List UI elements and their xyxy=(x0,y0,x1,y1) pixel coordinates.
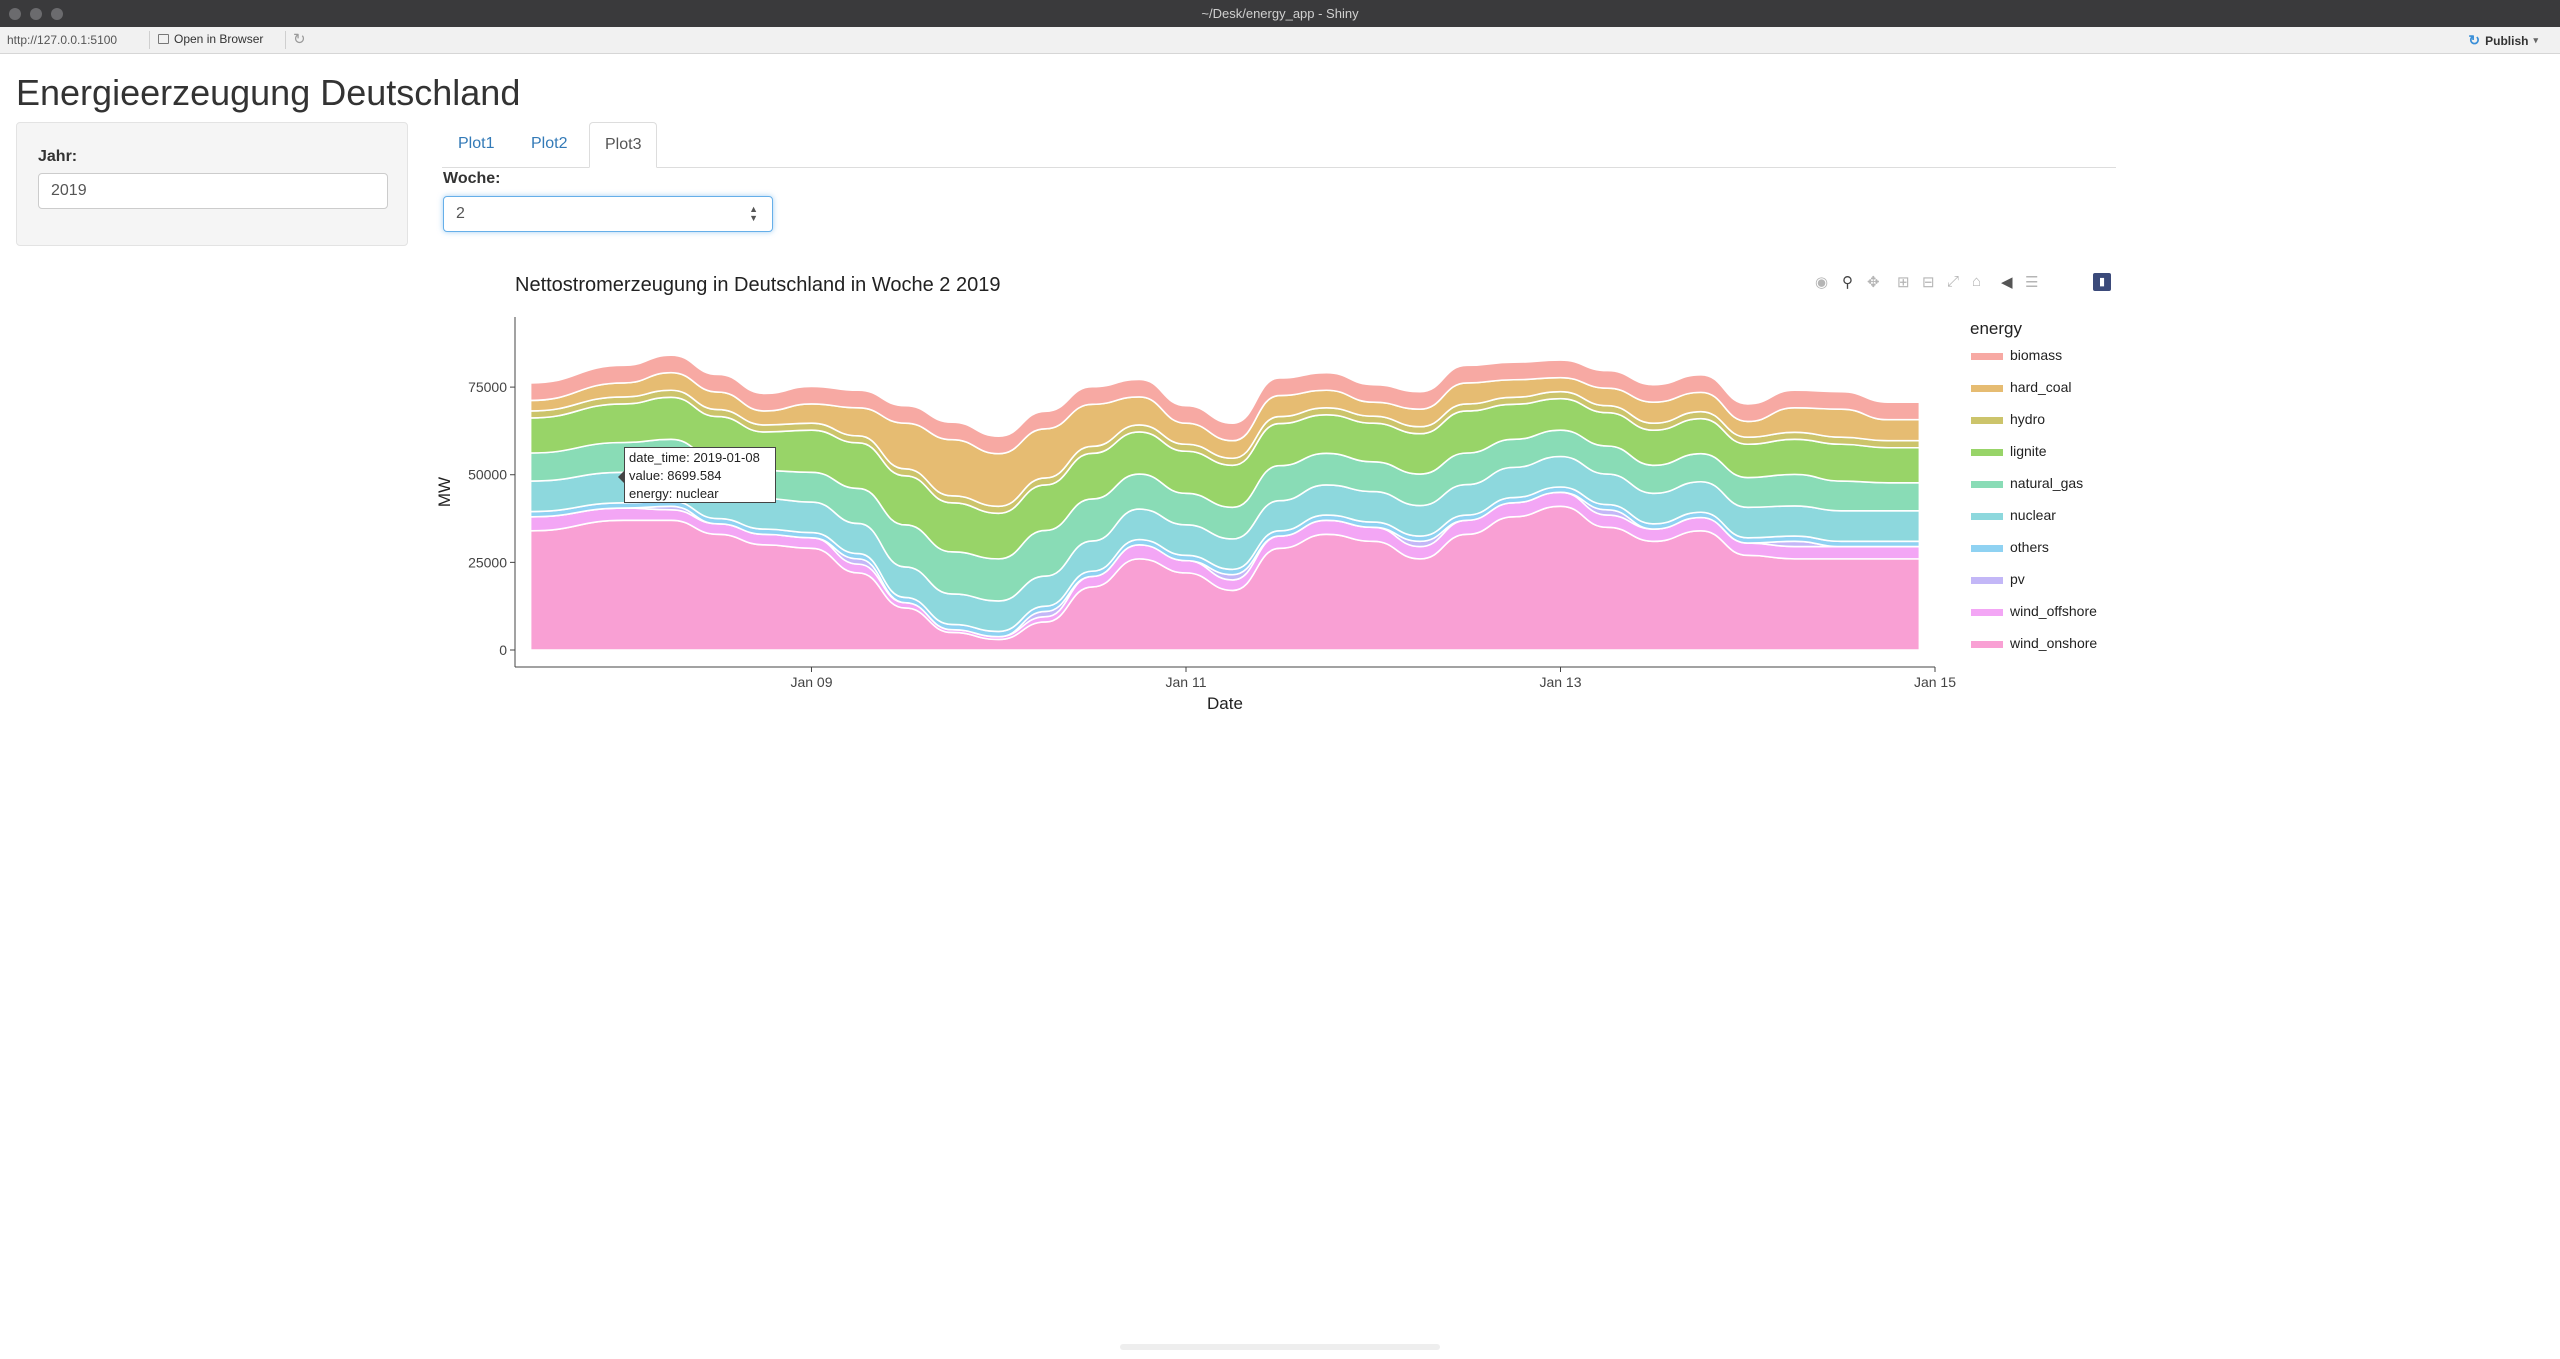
legend-label[interactable]: nuclear xyxy=(2010,507,2056,523)
sidebar-panel: Jahr: 2019 xyxy=(16,122,408,246)
chart-title: Nettostromerzeugung in Deutschland in Wo… xyxy=(515,274,1001,296)
legend-swatch[interactable] xyxy=(1971,385,2003,392)
x-tick-label: Jan 15 xyxy=(1914,674,1956,690)
zoom-out-icon[interactable]: ⊟ xyxy=(1922,273,1935,291)
week-label: Woche: xyxy=(443,170,501,187)
window-title: ~/Desk/energy_app - Shiny xyxy=(1201,6,1359,21)
chevron-down-icon: ▾ xyxy=(2533,35,2538,45)
tooltip-line: date_time: 2019-01-08 xyxy=(629,450,760,465)
legend-swatch[interactable] xyxy=(1971,513,2003,520)
y-tick-label: 0 xyxy=(499,642,507,658)
page-title: Energieerzeugung Deutschland xyxy=(16,72,521,113)
y-axis-title: MW xyxy=(435,477,454,507)
plot-tabs: Plot1 Plot2 Plot3 xyxy=(442,122,2116,168)
home-icon[interactable]: ⌂ xyxy=(1972,273,1981,290)
x-axis-title: Date xyxy=(1207,694,1243,713)
legend-label[interactable]: lignite xyxy=(2010,443,2047,459)
zoom-window-button[interactable] xyxy=(51,8,63,20)
spinner-icon[interactable]: ▲ ▼ xyxy=(749,205,758,223)
toolbar-separator xyxy=(285,31,286,49)
tooltip-line: energy: nuclear xyxy=(629,486,719,501)
legend-label[interactable]: biomass xyxy=(2010,347,2062,363)
autoscale-icon[interactable]: ⤢ xyxy=(1947,273,1959,290)
legend-label[interactable]: others xyxy=(2010,539,2049,555)
year-input[interactable]: 2019 xyxy=(38,173,388,209)
tab-plot3[interactable]: Plot3 xyxy=(589,122,658,168)
legend-label[interactable]: natural_gas xyxy=(2010,475,2083,491)
legend-label[interactable]: hard_coal xyxy=(2010,379,2072,395)
hover-compare-icon[interactable]: ☰ xyxy=(2025,273,2038,291)
scroll-indicator xyxy=(1120,1344,1440,1350)
tab-plot2[interactable]: Plot2 xyxy=(516,122,582,166)
pan-icon[interactable]: ✥ xyxy=(1867,273,1880,291)
legend-label[interactable]: wind_onshore xyxy=(2009,635,2097,651)
legend-label[interactable]: pv xyxy=(2010,571,2025,587)
window-controls[interactable] xyxy=(9,8,63,20)
hover-tooltip: date_time: 2019-01-08 value: 8699.584 en… xyxy=(618,447,776,503)
y-tick-label: 50000 xyxy=(468,467,507,483)
y-tick-label: 25000 xyxy=(468,554,507,570)
viewer-toolbar: http://127.0.0.1:5100 Open in Browser ↻ … xyxy=(0,27,2560,54)
legend-swatch[interactable] xyxy=(1971,545,2003,552)
year-label: Jahr: xyxy=(38,148,78,165)
publish-label: Publish xyxy=(2485,33,2529,48)
zoom-in-icon[interactable]: ⊞ xyxy=(1897,273,1910,291)
tab-plot1[interactable]: Plot1 xyxy=(443,122,509,166)
legend-swatch[interactable] xyxy=(1971,641,2003,648)
x-tick-label: Jan 09 xyxy=(790,674,832,690)
week-input[interactable]: 2 ▲ ▼ xyxy=(443,196,773,232)
publish-button[interactable]: ↻ Publish ▾ xyxy=(2468,32,2538,49)
legend-swatch[interactable] xyxy=(1971,577,2003,584)
legend-swatch[interactable] xyxy=(1971,449,2003,456)
window-titlebar: ~/Desk/energy_app - Shiny xyxy=(0,0,2560,27)
open-in-browser-button[interactable]: Open in Browser xyxy=(158,32,263,46)
tooltip-line: value: 8699.584 xyxy=(629,468,722,483)
week-value: 2 xyxy=(456,205,465,222)
url-display[interactable]: http://127.0.0.1:5100 xyxy=(7,33,117,47)
legend-label[interactable]: wind_offshore xyxy=(2009,603,2097,619)
legend-title: energy xyxy=(1970,319,2022,338)
stacked-area-chart[interactable]: 0 25000 50000 75000 Jan 09 Jan 11 Jan 13 Jan 15… xyxy=(430,300,2130,720)
plotly-logo-icon[interactable]: ▮ xyxy=(2093,273,2111,291)
x-tick-label: Jan 11 xyxy=(1165,674,1206,690)
browser-icon xyxy=(158,34,169,44)
legend-swatch[interactable] xyxy=(1971,609,2003,616)
legend-swatch[interactable] xyxy=(1971,353,2003,360)
x-tick-label: Jan 13 xyxy=(1539,674,1581,690)
camera-icon[interactable]: ◉ xyxy=(1815,273,1828,291)
legend-swatch[interactable] xyxy=(1971,417,2003,424)
open-in-browser-label: Open in Browser xyxy=(174,32,264,46)
minimize-window-button[interactable] xyxy=(30,8,42,20)
legend-label[interactable]: hydro xyxy=(2010,411,2045,427)
toolbar-separator xyxy=(149,31,150,49)
legend-swatch[interactable] xyxy=(1971,481,2003,488)
y-tick-label: 75000 xyxy=(468,379,507,395)
publish-icon: ↻ xyxy=(2468,32,2481,48)
refresh-icon[interactable]: ↻ xyxy=(293,30,306,48)
hover-closest-icon[interactable]: ◀ xyxy=(2001,273,2013,291)
close-window-button[interactable] xyxy=(9,8,21,20)
zoom-icon[interactable]: ⚲ xyxy=(1842,273,1853,291)
